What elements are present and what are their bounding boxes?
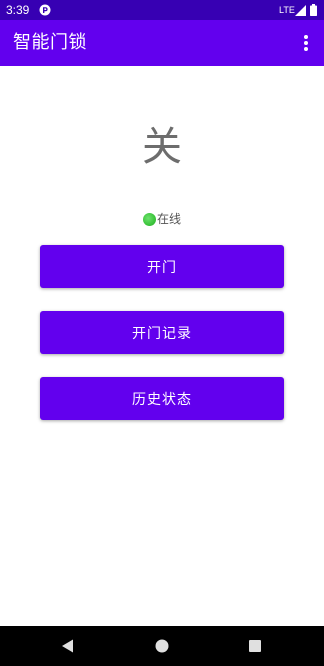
battery-icon	[310, 4, 317, 16]
open-door-button[interactable]: 开门	[40, 245, 284, 288]
history-status-button[interactable]: 历史状态	[40, 377, 284, 420]
lock-state-text: 关	[142, 124, 182, 170]
home-icon[interactable]	[155, 639, 169, 653]
connection-status: 在线	[143, 210, 181, 228]
back-icon[interactable]	[61, 639, 75, 653]
network-type-label: LTE	[279, 5, 295, 15]
app-notification-icon	[39, 4, 51, 16]
signal-icon	[295, 5, 306, 16]
online-indicator-icon	[143, 212, 156, 226]
status-time: 3:39	[6, 3, 30, 17]
connection-status-label: 在线	[157, 212, 182, 226]
open-records-button[interactable]: 开门记录	[40, 311, 284, 354]
navigation-bar	[0, 626, 324, 666]
screen: 3:39 LTE 智能门锁 关 在线 开门 开门记录 历史状态	[0, 0, 324, 666]
more-vert-icon[interactable]	[294, 31, 318, 55]
app-title: 智能门锁	[13, 32, 87, 53]
app-bar: 智能门锁	[0, 20, 324, 66]
status-bar: 3:39 LTE	[0, 0, 324, 20]
recents-icon[interactable]	[249, 640, 261, 652]
